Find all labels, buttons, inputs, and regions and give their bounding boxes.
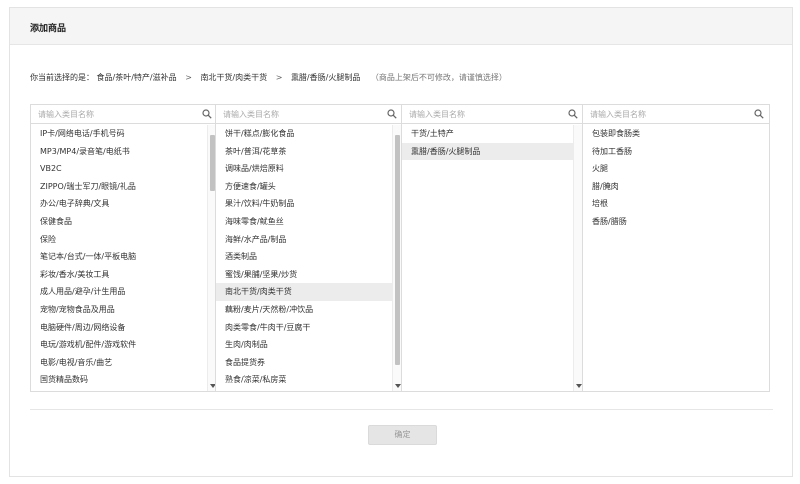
category-item[interactable]: 饼干/糕点/膨化食品 bbox=[216, 125, 392, 143]
category-list: 干货/土特产 熏腊/香肠/火腿制品 bbox=[402, 125, 573, 391]
category-item[interactable]: 海鲜/水产品/制品 bbox=[216, 231, 392, 249]
category-search-input[interactable] bbox=[216, 105, 402, 123]
category-list: IP卡/网络电话/手机号码 MP3/MP4/录音笔/电纸书 VB2C ZIPPO/瑞士… bbox=[31, 125, 207, 391]
category-item[interactable]: 保健食品 bbox=[31, 213, 207, 231]
category-column-4: 包装即食肠类待加工香肠火腿腊/腌肉培根香肠/腊肠 bbox=[582, 104, 770, 392]
selection-note: （商品上架后不可修改，请谨慎选择） bbox=[370, 73, 507, 82]
category-item[interactable]: 包装即食肠类 bbox=[583, 125, 769, 143]
category-item[interactable]: 食品提货券 bbox=[216, 354, 392, 372]
category-item[interactable]: ZIPPO/瑞士军刀/眼镜/礼品 bbox=[31, 178, 207, 196]
category-item[interactable]: IP卡/网络电话/手机号码 bbox=[31, 125, 207, 143]
category-item[interactable]: 干货/土特产 bbox=[402, 125, 573, 143]
category-list: 饼干/糕点/膨化食品 茶叶/普洱/花草茶 调味品/烘焙原料 方便速食/罐头 果汁/饮料/… bbox=[216, 125, 392, 391]
search-icon[interactable] bbox=[387, 109, 397, 119]
category-search-input[interactable] bbox=[402, 105, 583, 123]
category-item[interactable]: 海味零食/鱿鱼丝 bbox=[216, 213, 392, 231]
search-icon[interactable] bbox=[568, 109, 578, 119]
category-item[interactable]: 藕粉/麦片/天然粉/冲饮品 bbox=[216, 301, 392, 319]
breadcrumb-separator: > bbox=[185, 73, 192, 82]
category-item[interactable]: 成人用品/避孕/计生用品 bbox=[31, 283, 207, 301]
category-item[interactable]: 腊/腌肉 bbox=[583, 178, 769, 196]
scrollbar-thumb[interactable] bbox=[395, 135, 400, 365]
category-item[interactable]: 蜜饯/果脯/坚果/炒货 bbox=[216, 266, 392, 284]
category-item[interactable]: 果汁/饮料/牛奶制品 bbox=[216, 195, 392, 213]
breadcrumb-separator: > bbox=[275, 73, 283, 82]
category-item[interactable]: 酒类制品 bbox=[216, 248, 392, 266]
category-item[interactable]: 保险 bbox=[31, 231, 207, 249]
confirm-button[interactable]: 确定 bbox=[368, 425, 437, 445]
title-bar: 添加商品 bbox=[10, 8, 792, 45]
category-search-input[interactable] bbox=[31, 105, 217, 123]
divider bbox=[30, 409, 773, 410]
category-item[interactable]: 火腿 bbox=[583, 160, 769, 178]
add-product-panel: 添加商品 你当前选择的是： 食品/茶叶/特产/滋补品 > 南北干货/肉类干货 >… bbox=[9, 7, 793, 477]
category-search-box bbox=[583, 105, 769, 124]
category-item[interactable]: 电脑硬件/周边/网络设备 bbox=[31, 319, 207, 337]
page-title: 添加商品 bbox=[30, 24, 67, 34]
category-item[interactable]: 电玩/游戏机/配件/游戏软件 bbox=[31, 336, 207, 354]
selection-breadcrumb: 你当前选择的是： 食品/茶叶/特产/滋补品 > 南北干货/肉类干货 > 熏腊/香… bbox=[30, 72, 507, 83]
category-column-3: 干货/土特产熏腊/香肠/火腿制品 bbox=[401, 104, 584, 392]
category-column-2: 饼干/糕点/膨化食品茶叶/普洱/花草茶调味品/烘焙原料方便速食/罐头果汁/饮料/… bbox=[215, 104, 403, 392]
category-item[interactable]: 熏腊/香肠/火腿制品 bbox=[402, 142, 573, 161]
category-item[interactable]: 培根 bbox=[583, 195, 769, 213]
category-item[interactable]: 待加工香肠 bbox=[583, 143, 769, 161]
category-item[interactable]: 笔记本/台式/一体/平板电脑 bbox=[31, 248, 207, 266]
category-search-input[interactable] bbox=[583, 105, 769, 123]
selection-label: 你当前选择的是： bbox=[30, 73, 94, 82]
category-item[interactable]: 香肠/腊肠 bbox=[583, 213, 769, 231]
category-item[interactable]: MP3/MP4/录音笔/电纸书 bbox=[31, 143, 207, 161]
category-column-1: IP卡/网络电话/手机号码MP3/MP4/录音笔/电纸书VB2CZIPPO/瑞士… bbox=[30, 104, 218, 392]
category-item[interactable]: 生肉/肉制品 bbox=[216, 336, 392, 354]
search-icon[interactable] bbox=[202, 109, 212, 119]
selection-path-3: 熏腊/香肠/火腿制品 bbox=[290, 73, 361, 82]
category-list: 包装即食肠类 待加工香肠 火腿 腊/腌肉 培根 香肠/腊肠 bbox=[583, 125, 769, 391]
category-search-box bbox=[216, 105, 402, 124]
category-item[interactable]: 调味品/烘焙原料 bbox=[216, 160, 392, 178]
category-search-box bbox=[31, 105, 217, 124]
category-item[interactable]: 茶叶/普洱/花草茶 bbox=[216, 143, 392, 161]
category-item[interactable]: 宠物/宠物食品及用品 bbox=[31, 301, 207, 319]
category-item[interactable]: VB2C bbox=[31, 160, 207, 178]
category-item[interactable]: 办公/电子辞典/文具 bbox=[31, 195, 207, 213]
category-search-box bbox=[402, 105, 583, 124]
category-item[interactable]: 国货精品数码 bbox=[31, 371, 207, 389]
category-item[interactable]: 熟食/凉菜/私房菜 bbox=[216, 371, 392, 389]
category-item[interactable]: 方便速食/罐头 bbox=[216, 178, 392, 196]
search-icon[interactable] bbox=[754, 109, 764, 119]
selection-path-1: 食品/茶叶/特产/滋补品 bbox=[96, 73, 177, 82]
category-item[interactable]: 电影/电视/音乐/曲艺 bbox=[31, 354, 207, 372]
category-item[interactable]: 肉类零食/牛肉干/豆腐干 bbox=[216, 319, 392, 337]
selection-path-2: 南北干货/肉类干货 bbox=[200, 73, 268, 82]
category-item[interactable]: 南北干货/肉类干货 bbox=[216, 283, 392, 301]
category-item[interactable]: 彩妆/香水/美妆工具 bbox=[31, 266, 207, 284]
